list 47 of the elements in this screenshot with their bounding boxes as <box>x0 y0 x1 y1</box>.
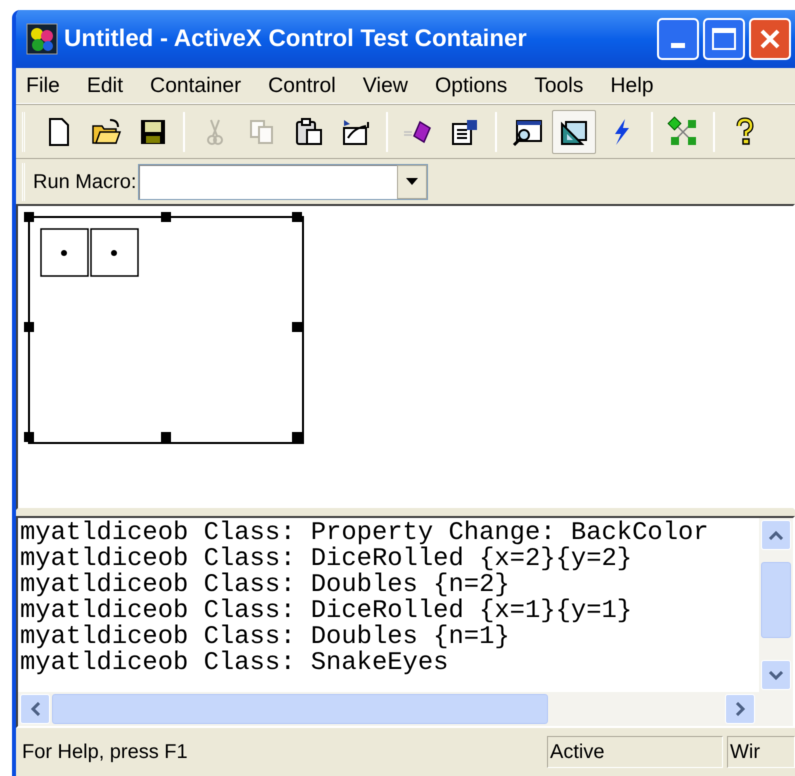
scroll-right-button[interactable] <box>725 694 755 724</box>
menu-item[interactable]: Edit <box>86 70 124 102</box>
close-button[interactable] <box>749 18 791 60</box>
selection-handle[interactable] <box>292 322 302 332</box>
menu-item[interactable]: Help <box>610 70 654 102</box>
selection-handle[interactable] <box>161 432 171 442</box>
scroll-thumb[interactable] <box>52 694 548 724</box>
log-line: myatldiceob Class: Doubles {n=2} <box>20 572 510 598</box>
scroll-up-button[interactable] <box>761 520 791 550</box>
menu-item[interactable]: Control <box>268 70 336 102</box>
maximize-icon <box>712 28 736 50</box>
log-line: myatldiceob Class: Property Change: BackColor <box>20 520 710 546</box>
clipboard-icon <box>293 116 325 148</box>
selection-handle[interactable] <box>292 432 302 442</box>
window-title: Untitled - ActiveX Control Test Container <box>64 24 527 54</box>
selection-handle[interactable] <box>161 212 171 222</box>
run-macro-label: Run Macro: <box>33 170 136 194</box>
log-line: myatldiceob Class: SnakeEyes <box>20 650 448 676</box>
scroll-thumb[interactable] <box>761 562 791 638</box>
scroll-left-button[interactable] <box>20 694 50 724</box>
scroll-down-button[interactable] <box>761 660 791 690</box>
caret-icon <box>406 178 418 185</box>
menu-item[interactable]: Tools <box>534 70 584 102</box>
vertical-scrollbar[interactable] <box>759 518 793 692</box>
menu-item[interactable]: File <box>26 70 60 102</box>
minimize-icon <box>671 43 685 48</box>
status-pane: Active <box>547 736 723 768</box>
node-graph-icon <box>667 116 699 148</box>
close-icon <box>759 28 781 50</box>
selection-handle[interactable] <box>24 432 34 442</box>
minimize-button[interactable] <box>657 18 699 60</box>
menu-item[interactable]: Container <box>150 70 242 102</box>
selection-handle[interactable] <box>24 212 34 222</box>
maximize-button[interactable] <box>703 18 745 60</box>
status-pane: For Help, press F1 <box>21 740 189 765</box>
log-line: myatldiceob Class: DiceRolled {x=2}{y=2} <box>20 546 634 572</box>
selection-handle[interactable] <box>24 322 34 332</box>
horizontal-scrollbar[interactable] <box>18 692 793 726</box>
menu-item[interactable]: View <box>362 70 408 102</box>
menu-item[interactable]: Options <box>434 70 508 102</box>
app-icon <box>26 23 58 55</box>
log-line: myatldiceob Class: Doubles {n=1} <box>20 624 510 650</box>
selection-handle[interactable] <box>292 212 302 222</box>
dropdown-button[interactable] <box>397 164 428 198</box>
status-pane: Wir <box>727 736 795 768</box>
toolbar-button[interactable] <box>552 110 596 154</box>
log-line: myatldiceob Class: DiceRolled {x=1}{y=1} <box>20 598 634 624</box>
